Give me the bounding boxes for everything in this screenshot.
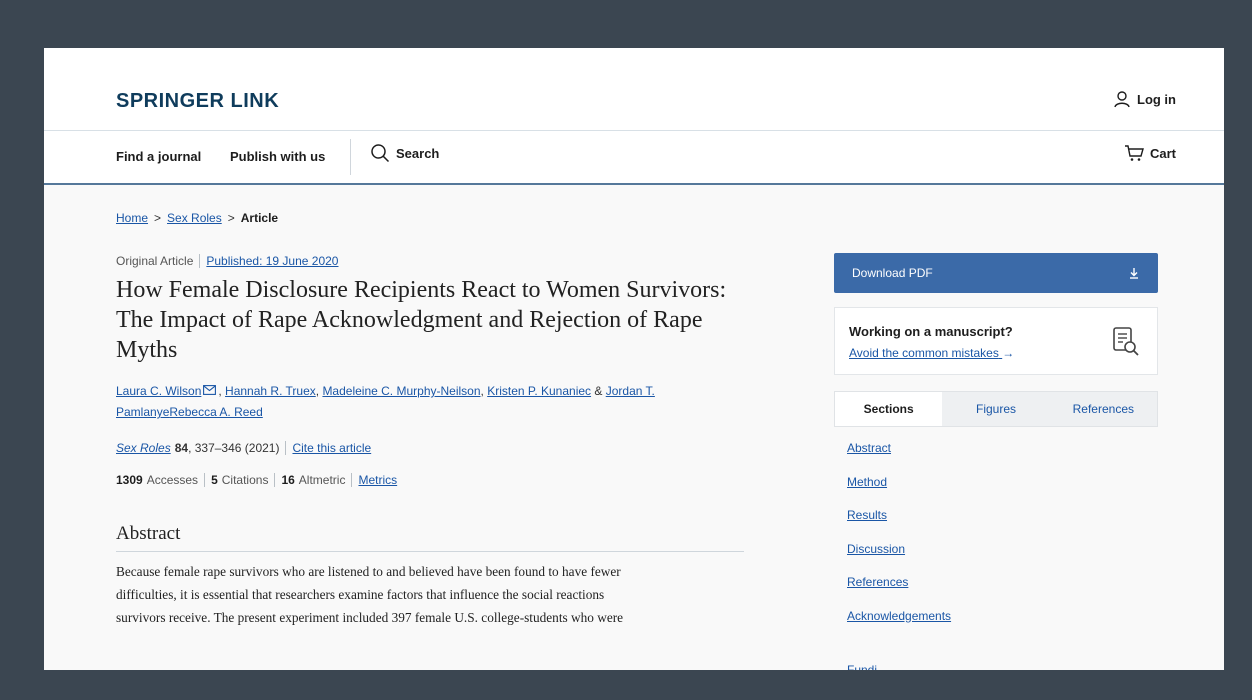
sidebar-tabs: Sections Figures References (834, 391, 1158, 427)
email-icon[interactable] (203, 385, 217, 395)
section-link-abstract[interactable]: Abstract (847, 441, 951, 475)
breadcrumb-separator: > (154, 211, 162, 225)
section-nav: Abstract Method Results Discussion Refer… (847, 441, 951, 642)
document-search-icon (1113, 327, 1139, 356)
download-pdf-label: Download PDF (852, 266, 933, 280)
manuscript-tips-box: Working on a manuscript? Avoid the commo… (834, 307, 1158, 375)
abstract-line: survivors receive. The present experimen… (116, 610, 624, 625)
user-icon (1114, 91, 1130, 108)
author-link[interactable]: Laura C. Wilson (116, 384, 201, 398)
search-label: Search (396, 145, 440, 161)
search-icon (371, 144, 390, 163)
cite-article-link[interactable]: Cite this article (292, 441, 371, 455)
journal-volume: 84 (174, 441, 189, 455)
altmetric-label: Altmetric (298, 473, 346, 487)
search-button[interactable]: Search (370, 143, 439, 163)
meta-divider (285, 441, 287, 455)
meta-divider (274, 473, 276, 487)
journal-pages: , 337–346 (2021) (188, 441, 280, 455)
tab-figures[interactable]: Figures (942, 392, 1049, 426)
article-title: How Female Disclosure Recipients React t… (116, 277, 727, 363)
accesses-label: Accesses (146, 473, 199, 487)
springer-link-logo[interactable]: SPRINGER LINK (116, 90, 279, 113)
meta-divider (199, 254, 201, 268)
download-pdf-button[interactable]: Download PDF (834, 253, 1158, 293)
cart-icon (1124, 145, 1144, 161)
article-type: Original Article (116, 254, 194, 268)
section-link-method[interactable]: Method (847, 475, 951, 509)
nav-divider (350, 139, 351, 175)
breadcrumb-home[interactable]: Home (116, 211, 148, 225)
site-header: SPRINGER LINK Log in (44, 48, 1224, 131)
manuscript-title: Working on a manuscript? (849, 324, 1013, 339)
article-metrics: 1309 Accesses 5 Citations 16 Altmetric M… (116, 473, 397, 487)
section-link-funding[interactable]: Funding (847, 663, 877, 670)
breadcrumb-journal[interactable]: Sex Roles (167, 211, 222, 225)
journal-link[interactable]: Sex Roles (116, 441, 171, 455)
manuscript-tips-link[interactable]: Avoid the common mistakes → (849, 346, 1014, 360)
login-button[interactable]: Log in (1113, 90, 1176, 108)
article-page: Home > Sex Roles > Article Original Arti… (44, 185, 1224, 670)
manuscript-link-text: Avoid the common mistakes (849, 346, 999, 360)
download-icon (1130, 268, 1138, 279)
section-link-acknowledgements[interactable]: Acknowledgements (847, 609, 951, 643)
author-link[interactable]: Hannah R. Truex (225, 384, 316, 398)
meta-divider (204, 473, 206, 487)
journal-info: Sex Roles 84 , 337–346 (2021) Cite this … (116, 441, 371, 455)
login-label: Log in (1137, 91, 1176, 107)
browser-viewport: SPRINGER LINK Log in Find a journal Publ… (44, 48, 1224, 670)
abstract-line: Because female rape survivors who are li… (116, 564, 621, 579)
section-link-references[interactable]: References (847, 575, 951, 609)
meta-divider (351, 473, 353, 487)
arrow-right-icon: → (1002, 346, 1015, 360)
nav-find-journal[interactable]: Find a journal (116, 149, 201, 164)
author-link[interactable]: Rebecca A. Reed (169, 405, 262, 419)
tab-sections[interactable]: Sections (835, 392, 943, 426)
main-nav: Find a journal Publish with us Search Ca… (44, 131, 1224, 185)
nav-publish-with-us[interactable]: Publish with us (230, 149, 325, 164)
article-meta: Original Article Published: 19 June 2020 (116, 254, 338, 268)
breadcrumb: Home > Sex Roles > Article (116, 211, 278, 225)
altmetric-count: 16 (281, 473, 295, 487)
citations-label: Citations (221, 473, 269, 487)
section-link-results[interactable]: Results (847, 508, 951, 542)
abstract-line: difficulties, it is essential that resea… (116, 587, 605, 602)
accesses-count: 1309 (116, 473, 143, 487)
tab-references[interactable]: References (1050, 392, 1157, 426)
cart-label: Cart (1149, 145, 1176, 161)
published-date-link[interactable]: Published: 19 June 2020 (206, 254, 338, 268)
metrics-link[interactable]: Metrics (358, 473, 397, 487)
author-link[interactable]: Madeleine C. Murphy-Neilson (322, 384, 480, 398)
author-link[interactable]: Kristen P. Kunaniec (487, 384, 591, 398)
breadcrumb-current: Article (240, 211, 279, 225)
citations-count: 5 (211, 473, 218, 487)
abstract-text: Because female rape survivors who are li… (116, 560, 756, 629)
author-separator: & (591, 384, 606, 398)
author-list: Laura C. Wilson, Hannah R. Truex, Madele… (116, 381, 736, 423)
abstract-heading: Abstract (116, 523, 744, 552)
section-link-discussion[interactable]: Discussion (847, 542, 951, 576)
cart-button[interactable]: Cart (1124, 144, 1176, 162)
breadcrumb-separator: > (227, 211, 235, 225)
